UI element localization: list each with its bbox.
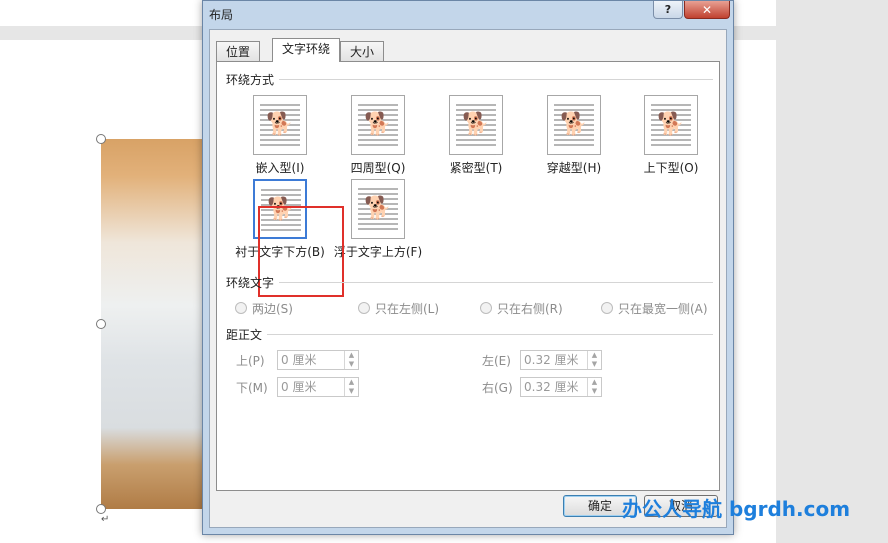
wrap-option-inline[interactable]: 🐕 嵌入型(I) [234,95,326,183]
distance-top-label: 上(P) [236,354,265,368]
wrap-square-icon: 🐕 [351,95,405,155]
close-button[interactable]: ✕ [684,1,730,19]
radio-right-only[interactable]: 只在右侧(R) [480,300,563,317]
radio-circle [480,302,492,314]
radio-left-only[interactable]: 只在左侧(L) [358,300,439,317]
wrap-option-label: 穿越型(H) [546,161,602,175]
wrap-inline-icon: 🐕 [253,95,307,155]
divider [279,282,713,283]
divider [267,334,713,335]
wrap-option-label: 紧密型(T) [449,161,503,175]
resize-handle-bottom-left[interactable] [96,504,106,514]
layout-dialog: 布局 ? ✕ 位置 文字环绕 大小 环绕方式 🐕 嵌入型(I) 🐕 四周型(Q)… [202,0,734,535]
radio-label: 只在右侧(R) [497,302,563,316]
spinner-arrows-icon[interactable]: ▲ ▼ [344,378,358,396]
spinner-arrows-icon[interactable]: ▲ ▼ [587,351,601,369]
wrap-option-through[interactable]: 🐕 穿越型(H) [528,95,620,183]
dialog-title: 布局 [209,8,234,22]
wrap-option-tight[interactable]: 🐕 紧密型(T) [430,95,522,183]
wrap-top-bottom-icon: 🐕 [644,95,698,155]
distance-top-spinner[interactable]: 0 厘米 ▲ ▼ [277,350,359,370]
distance-right-value: 0.32 厘米 [524,380,579,394]
radio-circle [358,302,370,314]
watermark-logo: 办公人导航 bgrdh.com [622,497,851,521]
distance-left-value: 0.32 厘米 [524,353,579,367]
wrap-text-section-label: 环绕文字 [226,276,275,290]
wrap-option-label: 上下型(O) [643,161,699,175]
tab-text-wrapping[interactable]: 文字环绕 [272,38,341,62]
wrap-option-label: 嵌入型(I) [255,161,305,175]
distance-bottom-label: 下(M) [236,381,268,395]
dialog-body: 位置 文字环绕 大小 环绕方式 🐕 嵌入型(I) 🐕 四周型(Q) 🐕 紧密型(… [209,29,727,528]
wrap-option-label: 四周型(Q) [350,161,406,175]
help-button[interactable]: ? [653,1,683,19]
wrap-style-section-label: 环绕方式 [226,73,275,87]
radio-largest-only[interactable]: 只在最宽一侧(A) [601,300,708,317]
radio-label: 两边(S) [252,302,293,316]
tab-size[interactable]: 大小 [340,41,385,61]
wrap-through-icon: 🐕 [547,95,601,155]
divider [279,79,713,80]
dog-icon: 🐕 [657,112,685,137]
radio-label: 只在左侧(L) [375,302,440,316]
dog-icon: 🐕 [266,112,294,137]
radio-circle [601,302,613,314]
distance-right-spinner[interactable]: 0.32 厘米 ▲ ▼ [520,377,602,397]
distance-section-label: 距正文 [226,328,263,342]
spinner-arrows-icon[interactable]: ▲ ▼ [344,351,358,369]
resize-handle-middle-left[interactable] [96,319,106,329]
dog-icon: 🐕 [364,112,392,137]
distance-right-label: 右(G) [482,381,513,395]
paragraph-mark: ↵ [101,514,110,525]
radio-both-sides[interactable]: 两边(S) [235,300,293,317]
wrap-option-square[interactable]: 🐕 四周型(Q) [332,95,424,183]
resize-handle-top-left[interactable] [96,134,106,144]
spinner-arrows-icon[interactable]: ▲ ▼ [587,378,601,396]
distance-top-value: 0 厘米 [281,353,317,367]
wrap-tight-icon: 🐕 [449,95,503,155]
distance-left-label: 左(E) [482,354,511,368]
wrap-in-front-icon: 🐕 [351,179,405,239]
radio-label: 只在最宽一侧(A) [618,302,708,316]
selected-image[interactable] [101,139,209,509]
tab-position[interactable]: 位置 [216,41,261,61]
wrap-option-top-bottom[interactable]: 🐕 上下型(O) [625,95,717,183]
distance-bottom-value: 0 厘米 [281,380,317,394]
text-wrapping-panel: 环绕方式 🐕 嵌入型(I) 🐕 四周型(Q) 🐕 紧密型(T) 🐕 穿越型(H)… [216,61,720,491]
distance-left-spinner[interactable]: 0.32 厘米 ▲ ▼ [520,350,602,370]
wrap-option-in-front-of-text[interactable]: 🐕 浮于文字上方(F) [332,179,424,267]
dog-icon: 🐕 [462,112,490,137]
radio-circle [235,302,247,314]
dog-icon: 🐕 [560,112,588,137]
distance-bottom-spinner[interactable]: 0 厘米 ▲ ▼ [277,377,359,397]
dog-icon: 🐕 [364,196,392,221]
